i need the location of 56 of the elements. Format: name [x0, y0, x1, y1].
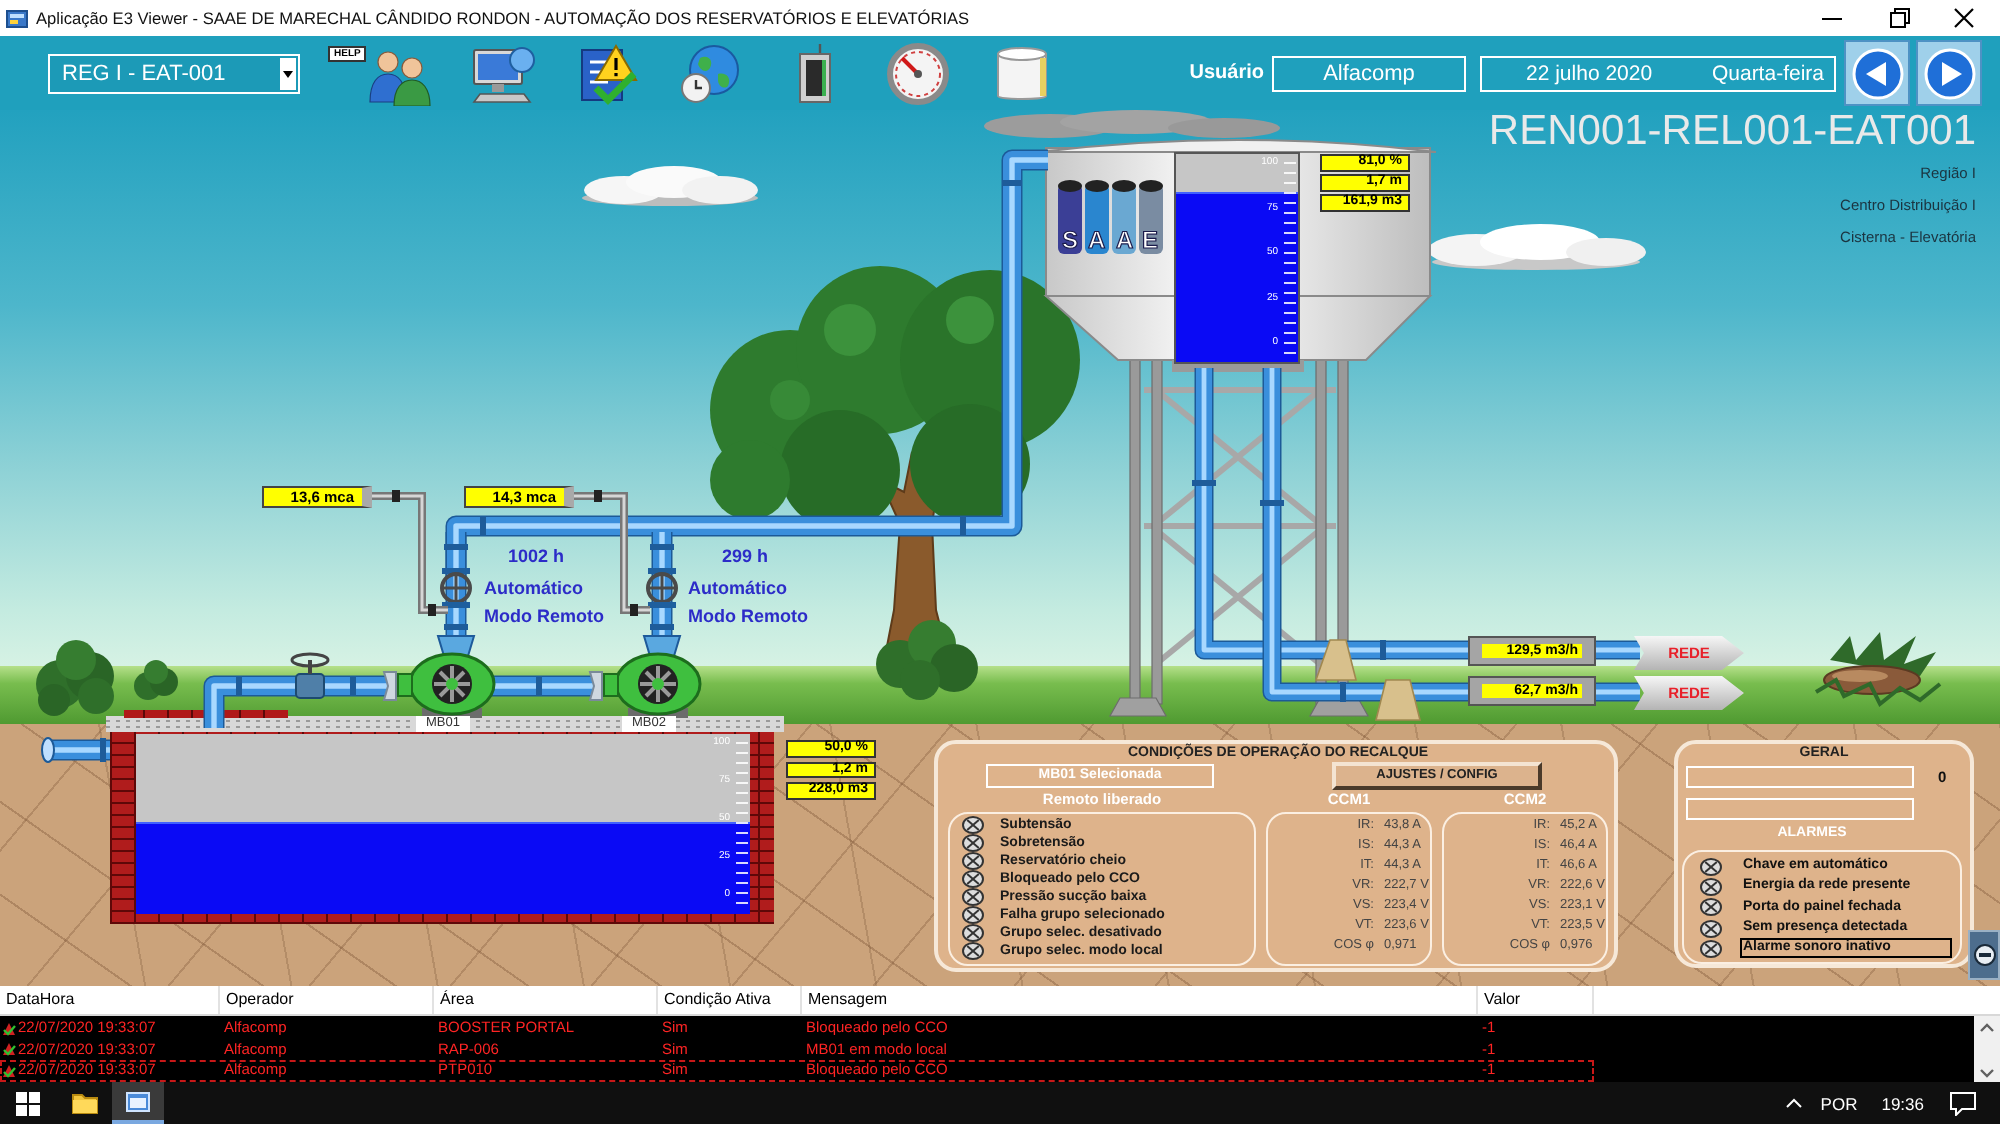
user-field: Alfacomp: [1272, 55, 1466, 91]
column-header[interactable]: Mensagem: [802, 986, 1478, 1014]
column-header[interactable]: DataHora: [0, 986, 220, 1014]
cylinders-logo-drawing: [1058, 180, 1163, 254]
run-hours-text: 299 h: [722, 546, 769, 566]
mode-text: Automático: [688, 578, 787, 598]
logo-letter: A: [1116, 228, 1134, 252]
concrete-base: [1374, 679, 1422, 721]
close-icon[interactable]: [1954, 8, 1974, 28]
vertical-scrollbar[interactable]: [1974, 1016, 2000, 1084]
folder-icon[interactable]: [72, 1092, 98, 1114]
user-label: Usuário: [1189, 62, 1264, 84]
date-text: 22 julho 2020: [1526, 61, 1653, 85]
notification-icon[interactable]: [1950, 1091, 1976, 1115]
app-taskbar-button[interactable]: [112, 1082, 164, 1124]
logo-letter: E: [1142, 228, 1159, 252]
bush: [876, 620, 978, 700]
control-text: Modo Remoto: [688, 606, 808, 626]
app-icon: [6, 7, 28, 29]
station-code: REN001-REL001-EAT001: [1488, 110, 1976, 154]
gauge-icon[interactable]: [884, 41, 954, 105]
centrifugal-pump: [382, 635, 496, 718]
side-panel-button[interactable]: [1968, 930, 2000, 980]
caret-up-icon[interactable]: [1786, 1098, 1803, 1108]
bush: [134, 660, 178, 700]
restore-icon[interactable]: [1890, 8, 1910, 28]
bush: [36, 640, 114, 716]
column-header[interactable]: Condição Ativa: [658, 986, 802, 1014]
check-valve: [646, 568, 678, 608]
centrifugal-pump: [588, 635, 702, 718]
clock-text[interactable]: 19:36: [1881, 1093, 1924, 1113]
column-header[interactable]: Operador: [220, 986, 434, 1014]
logo-letter: A: [1088, 228, 1106, 252]
app-window-icon: [126, 1089, 150, 1113]
people-icon: [366, 45, 434, 105]
gate-valve: [290, 652, 330, 699]
concrete-base: [1314, 639, 1358, 681]
window-title: Aplicação E3 Viewer - SAAE DE MARECHAL CÂNDIDO RONDON - AUTOMAÇÃO DOS RESERVATÓRIOS E ELEVATÓRIAS: [36, 8, 970, 28]
computer-icon[interactable]: [468, 41, 538, 105]
logo-letter: S: [1062, 228, 1079, 252]
log-with-plants: [1814, 632, 1942, 708]
back-button[interactable]: [1844, 40, 1910, 106]
column-header[interactable]: Área: [434, 986, 658, 1014]
language-indicator[interactable]: POR: [1820, 1093, 1858, 1113]
sensor-tube: [372, 490, 448, 616]
control-text: Modo Remoto: [484, 606, 604, 626]
check-valve: [440, 568, 472, 608]
caret-icon[interactable]: [280, 57, 296, 89]
mode-text: Automático: [484, 578, 583, 598]
forward-button[interactable]: [1916, 40, 1982, 106]
start-icon[interactable]: [16, 1091, 40, 1115]
run-hours-text: 1002 h: [508, 546, 565, 566]
weekday-text: Quarta-feira: [1711, 61, 1824, 85]
inlet-pipe: [40, 736, 110, 764]
column-header[interactable]: Valor: [1478, 986, 1594, 1014]
minus-circle-icon: [1973, 944, 1995, 966]
